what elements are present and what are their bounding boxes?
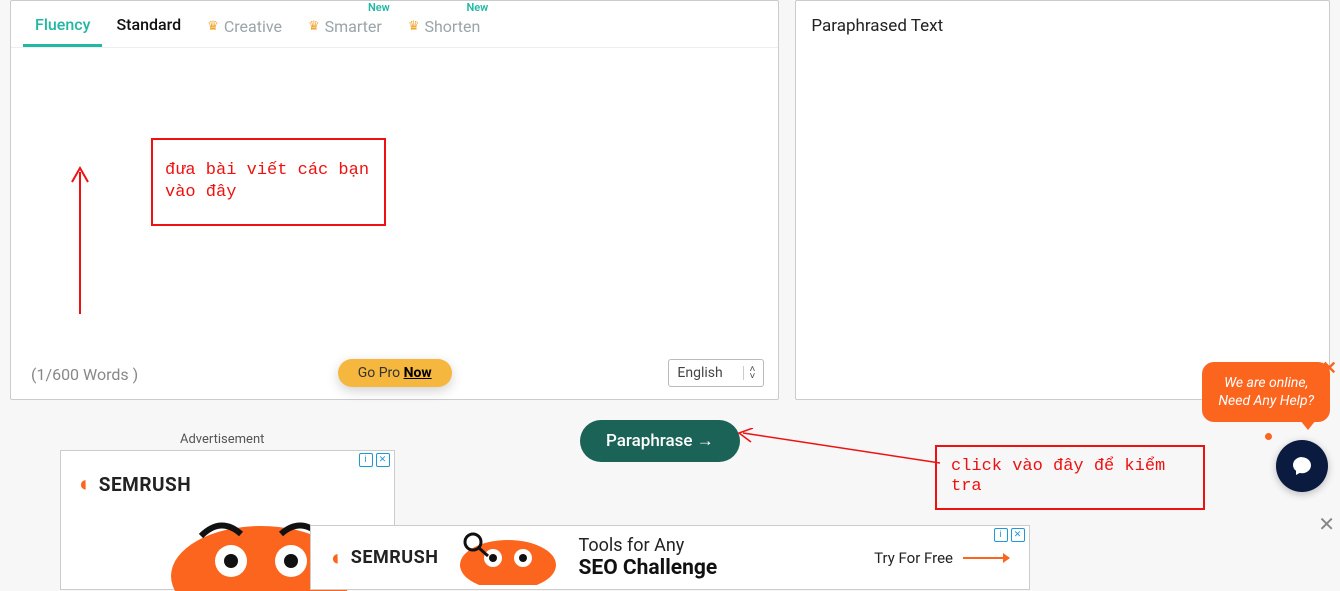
tab-fluency[interactable]: Fluency	[23, 9, 102, 47]
chat-launcher-button[interactable]	[1276, 440, 1328, 492]
input-textarea[interactable]: đưa bài viết các bạn vào đây	[11, 48, 778, 348]
semrush-logo: ◐ SEMRUSH	[331, 545, 438, 571]
tab-creative-label: Creative	[224, 17, 282, 36]
chat-line1: We are online,	[1218, 374, 1314, 392]
banner-line2: SEO Challenge	[578, 556, 717, 580]
language-select[interactable]: English ˄˅	[668, 359, 764, 387]
tab-standard[interactable]: Standard	[104, 9, 193, 47]
go-pro-prefix: Go Pro	[358, 365, 404, 381]
ad-info-icons[interactable]: i✕	[359, 453, 390, 467]
tab-shorten[interactable]: New ♛ Shorten	[396, 9, 492, 47]
word-count-label: (1/600 Words )	[31, 365, 138, 384]
ad-info-icon[interactable]: i	[359, 453, 373, 467]
tab-shorten-label: Shorten	[424, 17, 480, 36]
banner-line1: Tools for Any	[578, 535, 717, 556]
new-badge: New	[368, 1, 390, 14]
arrow-right-icon	[963, 557, 1009, 559]
advertisement-label: Advertisement	[180, 432, 264, 447]
semrush-logo: ◐ SEMRUSH	[79, 471, 191, 497]
go-pro-bold: Now	[404, 365, 432, 381]
chat-icon	[1290, 454, 1314, 478]
mode-tabs: Fluency Standard ♛ Creative New ♛ Smarte…	[11, 1, 778, 48]
chat-bubble-dot	[1265, 433, 1272, 440]
semrush-brand-text: SEMRUSH	[99, 473, 191, 496]
banner-illustration	[448, 530, 558, 585]
flame-icon: ◐	[331, 545, 345, 571]
tab-smarter-label: Smarter	[325, 17, 382, 36]
input-panel: Fluency Standard ♛ Creative New ♛ Smarte…	[10, 0, 779, 400]
crown-icon: ♛	[308, 19, 320, 34]
banner-cta[interactable]: Try For Free	[874, 549, 1009, 567]
paraphrase-button[interactable]: Paraphrase →	[580, 420, 740, 462]
chat-line2: Need Any Help?	[1218, 392, 1314, 410]
crown-icon: ♛	[207, 19, 219, 34]
tab-creative[interactable]: ♛ Creative	[195, 9, 294, 47]
ad-info-icons[interactable]: i✕	[994, 528, 1025, 542]
ad-close-icon[interactable]: ✕	[376, 453, 390, 467]
semrush-brand-text: SEMRUSH	[351, 547, 439, 568]
new-badge: New	[466, 1, 488, 14]
output-panel: Paraphrased Text	[795, 0, 1330, 400]
output-label: Paraphrased Text	[811, 16, 1314, 36]
stepper-icon: ˄˅	[743, 366, 756, 380]
banner-text: Tools for Any SEO Challenge	[578, 535, 717, 580]
ad-close-icon[interactable]: ✕	[1011, 528, 1025, 542]
annotation-up-arrow	[69, 164, 91, 314]
go-pro-button[interactable]: Go Pro Now	[338, 359, 452, 387]
crown-icon: ♛	[408, 19, 420, 34]
annotation-box-2: click vào đây để kiểm tra	[935, 445, 1205, 510]
banner-cta-text: Try For Free	[874, 549, 953, 567]
ad-info-icon[interactable]: i	[994, 528, 1008, 542]
flame-icon: ◐	[79, 471, 93, 497]
language-value: English	[677, 365, 722, 381]
annotation-arrow-to-button	[735, 428, 940, 468]
annotation-box-1: đưa bài viết các bạn vào đây	[151, 138, 386, 226]
banner-close-icon[interactable]: ✕	[1318, 512, 1335, 536]
tab-smarter[interactable]: New ♛ Smarter	[296, 9, 394, 47]
chat-help-bubble[interactable]: We are online, Need Any Help?	[1202, 362, 1330, 422]
banner-ad[interactable]: i✕ ◐ SEMRUSH Tools for Any SEO Challenge…	[310, 525, 1030, 590]
